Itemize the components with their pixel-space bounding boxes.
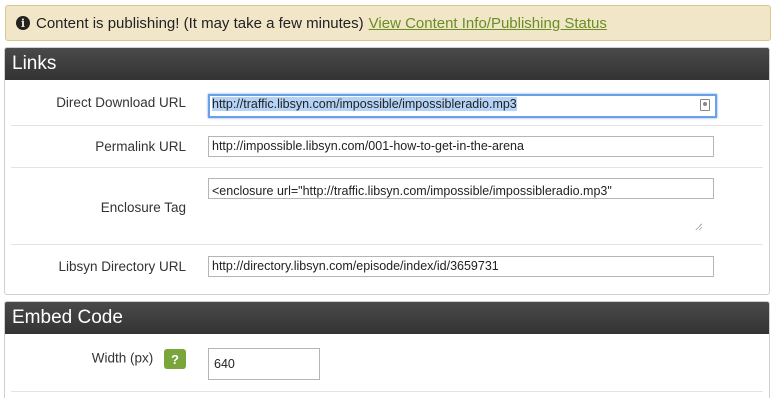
enclosure-label: Enclosure Tag: [100, 200, 186, 215]
direct-download-row: Direct Download URL http://traffic.libsy…: [11, 80, 763, 126]
enclosure-textarea[interactable]: [208, 178, 714, 199]
width-row: Width (px) ? 640: [11, 334, 763, 392]
directory-label: Libsyn Directory URL: [58, 259, 186, 274]
resize-handle-icon[interactable]: [695, 223, 702, 230]
width-input[interactable]: 640: [208, 348, 320, 380]
embed-panel: Embed Code Width (px) ? 640: [4, 301, 770, 398]
direct-download-label: Direct Download URL: [56, 95, 186, 110]
permalink-label: Permalink URL: [95, 139, 186, 154]
permalink-row: Permalink URL http://impossible.libsyn.c…: [11, 126, 763, 168]
info-icon: i: [16, 16, 30, 30]
permalink-input[interactable]: http://impossible.libsyn.com/001-how-to-…: [208, 136, 714, 157]
notice-message: Content is publishing! (It may take a fe…: [36, 14, 364, 32]
directory-row: Libsyn Directory URL http://directory.li…: [11, 245, 763, 290]
width-label-group: Width (px) ?: [92, 349, 186, 369]
directory-input[interactable]: http://directory.libsyn.com/episode/inde…: [208, 256, 714, 277]
embed-panel-title: Embed Code: [5, 302, 769, 334]
links-panel: Links Direct Download URL http://traffic…: [4, 47, 770, 295]
direct-download-input[interactable]: http://traffic.libsyn.com/impossible/imp…: [208, 94, 717, 118]
publishing-notice: i Content is publishing! (It may take a …: [5, 5, 771, 41]
width-label: Width (px): [91, 350, 154, 366]
contact-card-icon[interactable]: [700, 99, 710, 111]
links-panel-title: Links: [5, 48, 769, 80]
enclosure-row: Enclosure Tag: [11, 168, 763, 245]
view-content-info-link[interactable]: View Content Info/Publishing Status: [369, 15, 607, 32]
direct-download-value: http://traffic.libsyn.com/impossible/imp…: [212, 97, 517, 111]
question-icon[interactable]: ?: [164, 349, 186, 369]
